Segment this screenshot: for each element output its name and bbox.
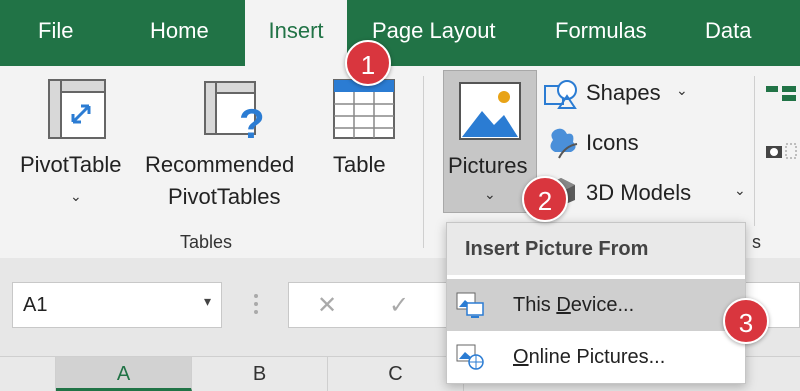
insert-picture-dropdown: Insert Picture From This Device... Onlin… xyxy=(446,222,746,384)
online-picture-icon xyxy=(456,344,484,370)
name-box-value: A1 xyxy=(23,294,48,316)
screenshot-icon[interactable] xyxy=(764,140,798,162)
online-pictures-label: Online Pictures... xyxy=(513,346,666,368)
3d-models-label: 3D Models xyxy=(586,180,692,205)
name-box[interactable]: A1 ▾ xyxy=(12,282,222,328)
column-header-a[interactable]: A xyxy=(56,357,192,391)
tab-page-layout[interactable]: Page Layout xyxy=(372,0,496,66)
menu-item-online-pictures[interactable]: Online Pictures... xyxy=(447,331,745,383)
cancel-icon[interactable]: ✕ xyxy=(317,291,337,320)
table-label: Table xyxy=(333,152,386,177)
picture-icon xyxy=(459,82,521,140)
svg-text:?: ? xyxy=(239,100,265,144)
recommended-pivottables-icon: ? xyxy=(204,81,265,144)
pivottable-icon xyxy=(48,79,106,139)
step-badge-3: 3 xyxy=(723,298,769,344)
illustrations-group-label-partial: s xyxy=(752,232,761,252)
dropdown-header: Insert Picture From xyxy=(447,223,745,275)
pivottable-label: PivotTable xyxy=(20,152,122,177)
chevron-down-icon: ⌄ xyxy=(70,188,82,204)
recommended-label-line2: PivotTables xyxy=(168,184,281,209)
select-all-corner[interactable] xyxy=(0,357,56,391)
step-badge-1: 1 xyxy=(345,40,391,86)
splitter-handle[interactable] xyxy=(254,290,260,320)
chevron-down-icon: ⌄ xyxy=(734,182,746,198)
tab-file[interactable]: File xyxy=(38,0,73,66)
icons-label: Icons xyxy=(586,130,639,155)
chevron-down-icon: ⌄ xyxy=(484,186,496,202)
column-header-c[interactable]: C xyxy=(328,357,464,391)
ribbon-tab-bar: File Home Insert Page Layout Formulas Da… xyxy=(0,0,800,66)
this-device-label: This Device... xyxy=(513,294,635,316)
chevron-down-icon: ⌄ xyxy=(676,82,688,98)
tables-group-label: Tables xyxy=(180,232,233,252)
step-badge-2: 2 xyxy=(522,176,568,222)
icons-icon xyxy=(550,128,578,159)
smartart-icon[interactable] xyxy=(762,82,798,104)
group-divider xyxy=(754,76,755,226)
chevron-down-icon[interactable]: ▾ xyxy=(204,293,211,310)
menu-item-this-device[interactable]: This Device... xyxy=(447,279,745,331)
recommended-label-line1: Recommended xyxy=(145,152,295,177)
pictures-label: Pictures xyxy=(448,153,528,178)
tab-data[interactable]: Data xyxy=(705,0,751,66)
tab-home[interactable]: Home xyxy=(150,0,209,66)
group-divider xyxy=(423,76,424,248)
device-picture-icon xyxy=(456,292,484,318)
enter-check-icon[interactable]: ✓ xyxy=(389,291,409,320)
tab-formulas[interactable]: Formulas xyxy=(555,0,647,66)
shapes-icon xyxy=(544,80,577,109)
table-icon xyxy=(333,79,395,139)
shapes-label: Shapes xyxy=(586,80,661,105)
column-header-b[interactable]: B xyxy=(192,357,328,391)
tab-insert[interactable]: Insert xyxy=(245,0,347,66)
